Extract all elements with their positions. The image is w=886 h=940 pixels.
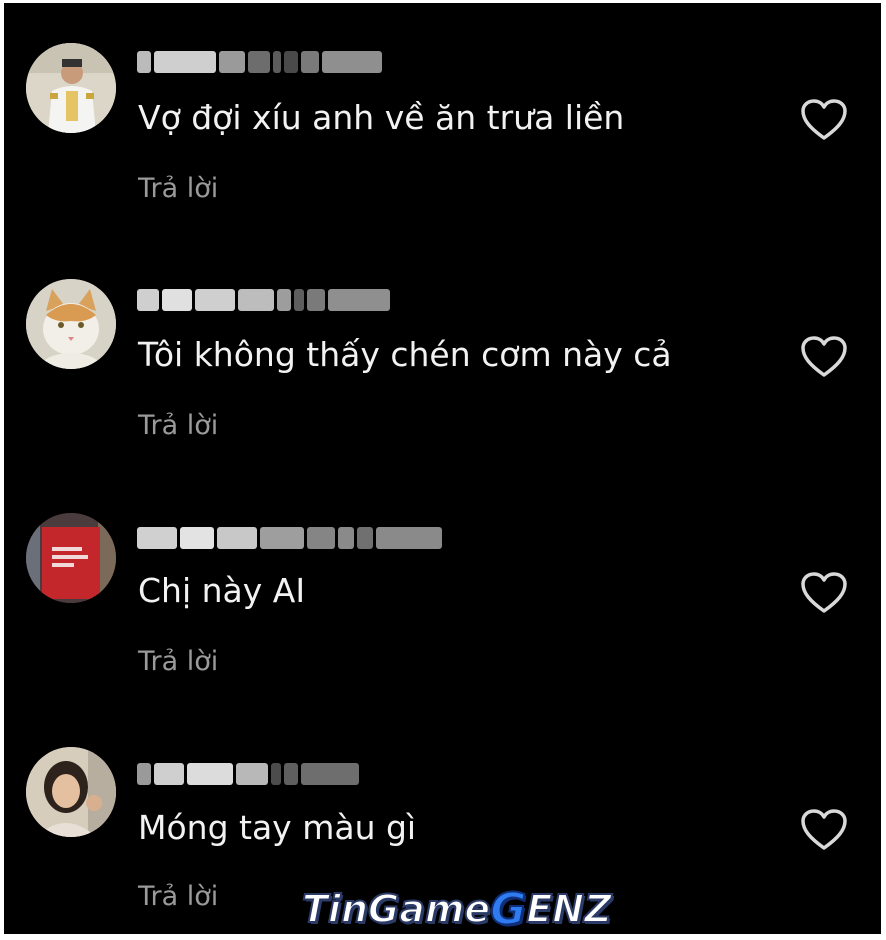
like-button[interactable] (800, 571, 848, 615)
like-button[interactable] (800, 335, 848, 379)
watermark-part: G (489, 883, 527, 936)
comment-text: Chị này AI (138, 571, 306, 610)
person-uniform-avatar-icon (26, 43, 116, 133)
avatar[interactable] (26, 747, 116, 837)
heart-icon (801, 572, 847, 613)
username-blurred (137, 527, 445, 555)
watermark-part: ENZ (525, 886, 612, 932)
comment-text: Tôi không thấy chén cơm này cả (138, 335, 672, 374)
reply-button[interactable]: Trả lời (138, 173, 218, 205)
reply-button[interactable]: Trả lời (138, 410, 218, 442)
username-blurred (137, 763, 362, 791)
like-button[interactable] (800, 98, 848, 142)
cat-avatar-icon (26, 279, 116, 369)
comment-item: Tôi không thấy chén cơm này cả Trả lời (4, 239, 881, 442)
comment-item: Móng tay màu gì Trả lời (4, 711, 881, 913)
watermark-part: TinGame (301, 886, 491, 932)
comment-text: Móng tay màu gì (138, 808, 417, 847)
comment-item: Chị này AI Trả lời (4, 475, 881, 678)
heart-icon (801, 99, 847, 140)
heart-icon (801, 336, 847, 377)
like-button[interactable] (800, 808, 848, 852)
avatar[interactable] (26, 513, 116, 603)
comment-item: Vợ đợi xíu anh về ăn trưa liền Trả lời (4, 3, 881, 205)
comment-text: Vợ đợi xíu anh về ăn trưa liền (138, 98, 625, 137)
username-blurred (137, 51, 385, 79)
avatar[interactable] (26, 43, 116, 133)
reply-button[interactable]: Trả lời (138, 881, 218, 913)
watermark-logo: TinGame G ENZ (301, 883, 613, 936)
comments-panel: Vợ đợi xíu anh về ăn trưa liền Trả lời T… (4, 3, 881, 934)
heart-icon (801, 809, 847, 850)
girl-avatar-icon (26, 747, 116, 837)
red-book-avatar-icon (26, 513, 116, 603)
reply-button[interactable]: Trả lời (138, 646, 218, 678)
username-blurred (137, 289, 393, 317)
avatar[interactable] (26, 279, 116, 369)
